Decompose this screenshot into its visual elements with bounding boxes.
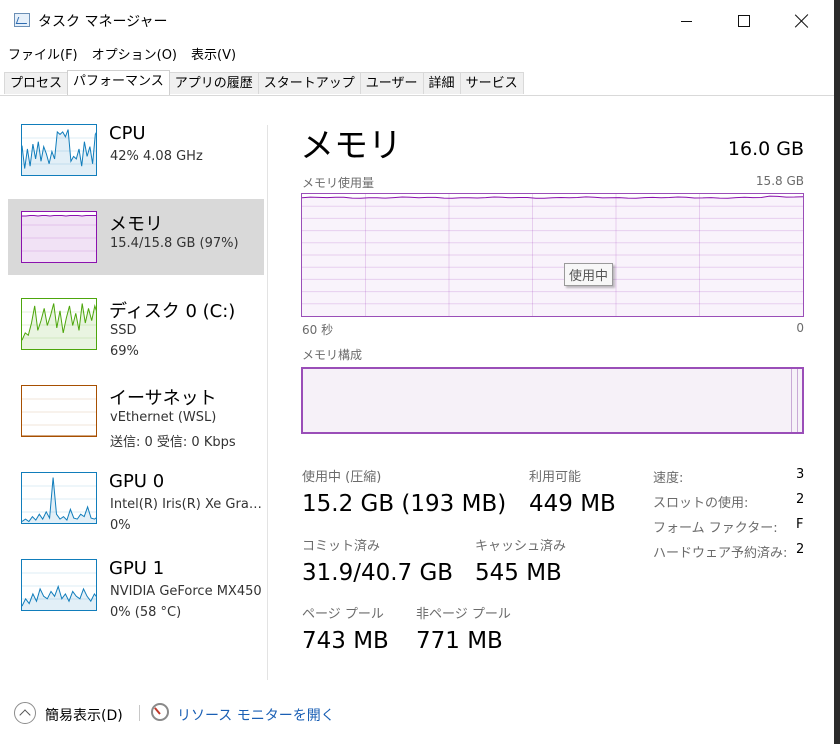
nonpaged-pool-value: 771 MB bbox=[416, 628, 503, 654]
minimize-icon bbox=[680, 20, 692, 22]
sidebar-item-title: GPU 1 bbox=[109, 558, 165, 579]
performance-sidebar: CPU 42% 4.08 GHz メモリ 15.4/15.8 GB (97%) … bbox=[8, 112, 266, 634]
sidebar-item-title: イーサネット bbox=[109, 388, 217, 409]
memory-composition-bar[interactable] bbox=[301, 367, 804, 434]
collapse-chevron-icon[interactable] bbox=[14, 702, 36, 724]
cpu-thumbnail-graph bbox=[21, 124, 97, 176]
total-memory: 16.0 GB bbox=[727, 138, 804, 160]
usage-chart-max: 15.8 GB bbox=[755, 174, 804, 188]
gpu1-thumbnail-graph bbox=[21, 559, 97, 611]
time-axis-right: 0 bbox=[796, 321, 804, 335]
close-icon bbox=[795, 14, 809, 28]
resource-monitor-icon[interactable] bbox=[151, 703, 169, 721]
tab-app-history[interactable]: アプリの履歴 bbox=[168, 72, 259, 94]
sidebar-item-title: ディスク 0 (C:) bbox=[109, 301, 236, 322]
sidebar-item-cpu[interactable]: CPU 42% 4.08 GHz bbox=[8, 112, 264, 188]
footer-separator bbox=[139, 705, 140, 721]
sidebar-item-title: GPU 0 bbox=[109, 471, 165, 492]
paged-pool-value: 743 MB bbox=[302, 628, 389, 654]
sidebar-item-gpu0[interactable]: GPU 0 Intel(R) Iris(R) Xe Graphics 0% bbox=[8, 460, 266, 536]
menu-options[interactable]: オプション(O) bbox=[84, 42, 183, 64]
thumb-area bbox=[22, 215, 96, 262]
disk-thumbnail-graph bbox=[21, 298, 97, 350]
open-resource-monitor-link[interactable]: リソース モニターを開く bbox=[177, 705, 335, 725]
speed-value: 3 bbox=[796, 467, 805, 482]
memory-thumbnail-graph bbox=[21, 211, 97, 263]
nonpaged-pool-label: 非ページ プール bbox=[416, 607, 511, 622]
sidebar-item-detail-2: 送信: 0 受信: 0 Kbps bbox=[110, 435, 236, 450]
thumb-area bbox=[22, 436, 97, 437]
sidebar-item-detail: vEthernet (WSL) bbox=[110, 410, 217, 425]
form-factor-value: F bbox=[796, 517, 804, 532]
tab-performance[interactable]: パフォーマンス bbox=[67, 70, 170, 95]
cached-label: キャッシュ済み bbox=[475, 539, 567, 554]
sidebar-item-title: CPU bbox=[109, 123, 146, 144]
sidebar-item-title: メモリ bbox=[109, 214, 163, 235]
form-factor-label: フォーム ファクター: bbox=[653, 521, 778, 536]
menu-bar: ファイル(F) オプション(O) 表示(V) bbox=[0, 42, 242, 64]
sidebar-item-ethernet[interactable]: イーサネット vEthernet (WSL) 送信: 0 受信: 0 Kbps bbox=[8, 373, 264, 450]
sidebar-item-detail: 15.4/15.8 GB (97%) bbox=[110, 236, 239, 251]
available-value: 449 MB bbox=[529, 491, 616, 517]
composition-label: メモリ構成 bbox=[302, 348, 363, 362]
usage-chart-label: メモリ使用量 bbox=[302, 176, 375, 190]
hardware-reserved-label: ハードウェア予約済み: bbox=[653, 546, 788, 561]
composition-standby-segment bbox=[791, 369, 792, 432]
sidebar-item-detail-2: 0% bbox=[110, 518, 131, 533]
fewer-details-link[interactable]: 簡易表示(D) bbox=[45, 705, 123, 725]
paged-pool-label: ページ プール bbox=[302, 607, 384, 622]
sidebar-item-disk[interactable]: ディスク 0 (C:) SSD 69% bbox=[8, 286, 264, 362]
tab-divider bbox=[0, 95, 834, 96]
page-title: メモリ bbox=[300, 126, 402, 166]
background-edge bbox=[834, 0, 840, 744]
committed-value: 31.9/40.7 GB bbox=[302, 560, 454, 586]
pane-divider bbox=[267, 125, 268, 680]
tab-users[interactable]: ユーザー bbox=[359, 72, 424, 94]
sidebar-item-detail: SSD bbox=[110, 323, 137, 338]
sidebar-item-detail: Intel(R) Iris(R) Xe Graphics bbox=[110, 497, 266, 512]
sidebar-item-detail: 42% 4.08 GHz bbox=[110, 149, 203, 164]
speed-label: 速度: bbox=[653, 471, 684, 486]
title-bar[interactable]: タスク マネージャー bbox=[0, 0, 834, 42]
sidebar-item-gpu1[interactable]: GPU 1 NVIDIA GeForce MX450 0% (58 °C) bbox=[8, 547, 264, 623]
slots-used-value: 2 bbox=[796, 492, 805, 507]
minimize-button[interactable] bbox=[657, 0, 715, 42]
maximize-icon bbox=[738, 15, 750, 27]
thumb-area bbox=[22, 129, 96, 175]
tab-startup[interactable]: スタートアップ bbox=[257, 72, 361, 94]
tab-details[interactable]: 詳細 bbox=[422, 72, 461, 94]
tab-services[interactable]: サービス bbox=[459, 72, 524, 94]
task-manager-window: タスク マネージャー ファイル(F) オプション(O) 表示(V) プロセス パ… bbox=[0, 0, 834, 744]
in-use-label: 使用中 (圧縮) bbox=[302, 470, 382, 485]
tab-processes[interactable]: プロセス bbox=[4, 72, 69, 94]
ethernet-thumbnail-graph bbox=[21, 385, 97, 437]
window-title: タスク マネージャー bbox=[38, 14, 168, 30]
thumb-series-line bbox=[22, 215, 96, 217]
gpu0-thumbnail-graph bbox=[21, 472, 97, 524]
slots-used-label: スロットの使用: bbox=[653, 496, 749, 511]
cached-value: 545 MB bbox=[475, 560, 562, 586]
hardware-reserved-value: 2 bbox=[796, 542, 805, 557]
task-manager-icon bbox=[14, 13, 30, 27]
composition-free-segment bbox=[797, 369, 798, 432]
close-button[interactable] bbox=[773, 0, 831, 42]
memory-usage-chart[interactable] bbox=[301, 193, 804, 317]
thumb-area bbox=[22, 303, 96, 349]
sidebar-item-detail-2: 0% (58 °C) bbox=[110, 605, 182, 620]
available-label: 利用可能 bbox=[529, 470, 582, 485]
usage-tooltip: 使用中 bbox=[564, 263, 614, 286]
sidebar-item-detail: NVIDIA GeForce MX450 bbox=[110, 584, 262, 599]
usage-series-line bbox=[302, 195, 803, 199]
committed-label: コミット済み bbox=[302, 539, 381, 554]
in-use-value: 15.2 GB (193 MB) bbox=[302, 491, 507, 517]
sidebar-item-detail-2: 69% bbox=[110, 344, 139, 359]
usage-area bbox=[302, 196, 803, 316]
maximize-button[interactable] bbox=[715, 0, 773, 42]
sidebar-item-memory[interactable]: メモリ 15.4/15.8 GB (97%) bbox=[8, 199, 264, 275]
menu-file[interactable]: ファイル(F) bbox=[0, 42, 84, 64]
tab-strip: プロセス パフォーマンス アプリの履歴 スタートアップ ユーザー 詳細 サービス bbox=[4, 70, 524, 95]
time-axis-left: 60 秒 bbox=[302, 323, 334, 337]
menu-view[interactable]: 表示(V) bbox=[183, 42, 242, 64]
